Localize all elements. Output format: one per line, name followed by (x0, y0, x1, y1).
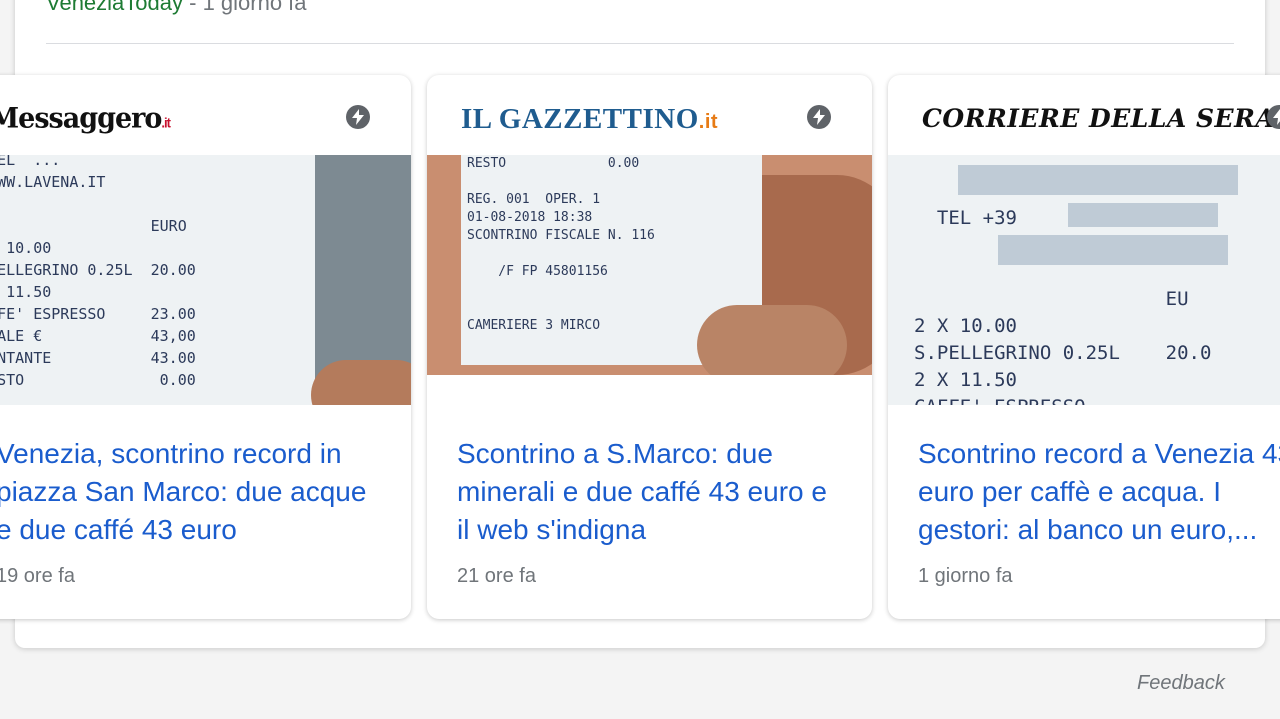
card-header: CORRIERE DELLA SERA (888, 75, 1280, 155)
publisher-name: CORRIERE DELLA SERA (922, 104, 1276, 133)
story-title[interactable]: Scontrino a S.Marco: due minerali e due … (457, 435, 847, 549)
thumb-shape (697, 305, 847, 385)
story-thumbnail[interactable]: TEL +39 EU 2 X 10.00 S.PELLEGRINO 0.25L … (888, 155, 1280, 405)
publisher-logo-messaggero: Il Messaggero.it (0, 98, 171, 144)
story-title[interactable]: Venezia, scontrino record in piazza San … (0, 435, 386, 549)
publisher-name: Il Messaggero (0, 102, 162, 135)
amp-lightning-icon (807, 105, 831, 129)
publisher-name: IL GAZZETTINO (461, 103, 699, 135)
redacted-blur (1068, 203, 1218, 227)
story-time: 21 ore fa (457, 565, 536, 587)
card-header: IL GAZZETTINO.it (427, 75, 872, 155)
story-card-messaggero[interactable]: Il Messaggero.it TEL ... WWW.LAVENA.IT E… (0, 75, 411, 619)
redacted-blur (998, 235, 1228, 265)
story-card-corriere[interactable]: CORRIERE DELLA SERA TEL +39 EU 2 X 10.00… (888, 75, 1280, 619)
story-thumbnail[interactable]: TEL ... WWW.LAVENA.IT EURO 2 X 10.00 S.P… (0, 155, 411, 405)
redacted-blur (958, 165, 1238, 195)
receipt-photo: TEL ... WWW.LAVENA.IT EURO 2 X 10.00 S.P… (0, 155, 315, 405)
publisher-suffix: .it (698, 111, 719, 133)
story-thumbnail[interactable]: RESTO 0.00 REG. 001 OPER. 1 01-08-2018 1… (427, 155, 872, 405)
story-card-gazzettino[interactable]: IL GAZZETTINO.it RESTO 0.00 REG. 001 OPE… (427, 75, 872, 619)
story-title[interactable]: Scontrino record a Venezia 43 euro per c… (918, 435, 1280, 549)
top-stories-carousel[interactable]: Il Messaggero.it TEL ... WWW.LAVENA.IT E… (0, 0, 1280, 719)
publisher-logo-corriere: CORRIERE DELLA SERA (922, 99, 1275, 139)
hand-shape (311, 360, 411, 405)
publisher-suffix: .it (161, 114, 171, 131)
story-time: 19 ore fa (0, 565, 75, 587)
amp-lightning-icon (346, 105, 370, 129)
image-bottom-strip (427, 375, 872, 405)
story-time: 1 giorno fa (918, 565, 1013, 587)
feedback-link[interactable]: Feedback (1137, 672, 1225, 695)
publisher-logo-gazzettino: IL GAZZETTINO.it (461, 99, 718, 142)
